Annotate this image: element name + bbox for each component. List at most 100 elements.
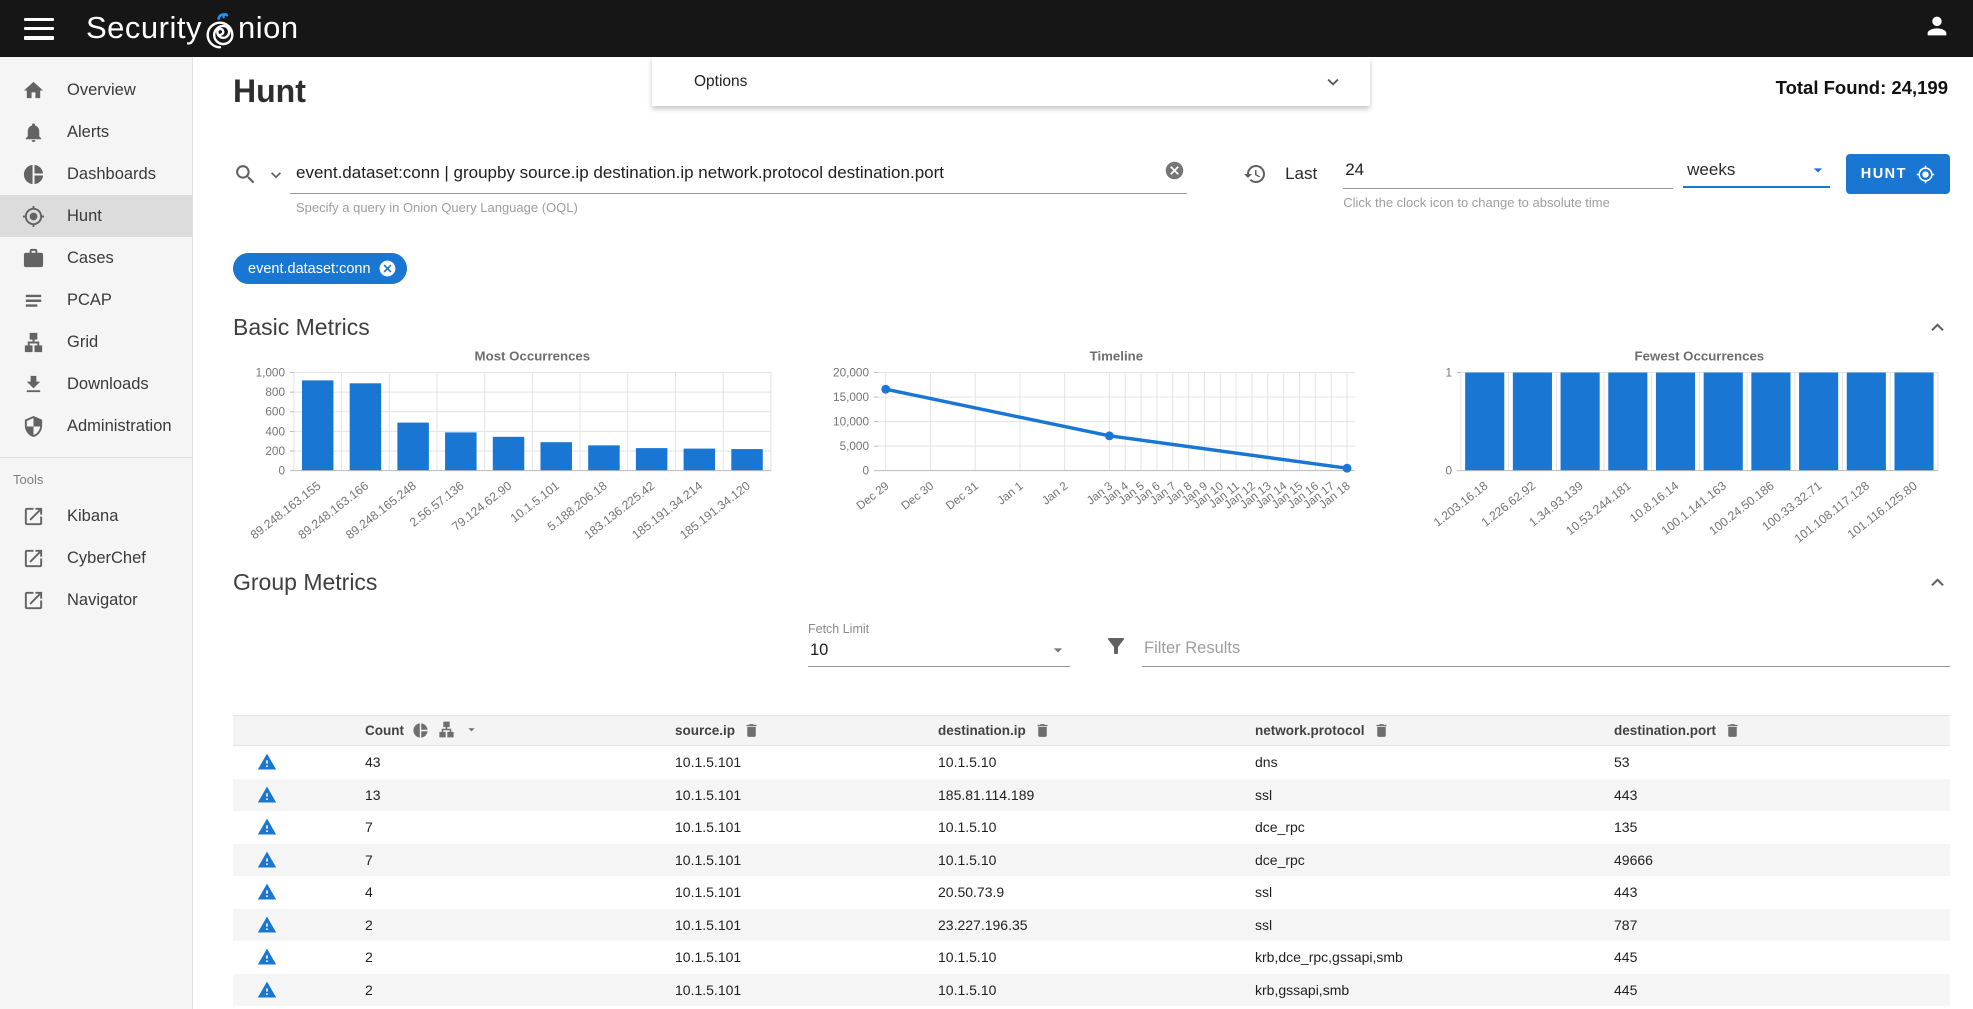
table-cell: 4 [365,884,675,900]
table-cell: krb,gssapi,smb [1255,982,1614,998]
warning-triangle-icon[interactable] [233,752,365,772]
warning-triangle-icon[interactable] [233,850,365,870]
sidebar-item-label: Kibana [67,507,118,526]
sidebar-item-hunt[interactable]: Hunt [0,195,192,237]
warning-triangle-icon[interactable] [233,817,365,837]
table-cell: 10.1.5.101 [675,949,938,965]
sidebar-divider [0,457,192,458]
table-cell: 10.1.5.101 [675,754,938,770]
trash-icon[interactable] [1724,722,1741,739]
trash-icon[interactable] [743,722,760,739]
svg-text:Timeline: Timeline [1089,349,1143,364]
sidebar-item-kibana[interactable]: Kibana [0,495,192,537]
sidebar-item-cases[interactable]: Cases [0,237,192,279]
pie-chart-icon[interactable] [412,722,429,739]
trash-icon[interactable] [1373,722,1390,739]
collapse-chevron-up-icon[interactable] [1925,570,1950,595]
filter-chip[interactable]: event.dataset:conn [233,253,407,284]
time-unit-select[interactable]: weeks [1683,154,1830,188]
trash-icon[interactable] [1034,722,1051,739]
table-row[interactable]: 410.1.5.10120.50.73.9ssl443 [233,876,1950,909]
warning-triangle-icon[interactable] [233,785,365,805]
chip-close-icon[interactable] [378,259,397,278]
query-input[interactable]: event.dataset:conn | groupby source.ip d… [290,154,1187,194]
table-row[interactable]: 710.1.5.10110.1.5.10dce_rpc49666 [233,844,1950,877]
sidebar-item-overview[interactable]: Overview [0,69,192,111]
sidebar-item-cyberchef[interactable]: CyberChef [0,537,192,579]
clear-query-icon[interactable] [1164,160,1185,186]
table-row[interactable]: 210.1.5.10110.1.5.10krb,dce_rpc,gssapi,s… [233,941,1950,974]
user-avatar-icon[interactable] [1923,12,1951,45]
download-icon [22,373,45,396]
table-cell: 443 [1614,787,1950,803]
hunt-button[interactable]: HUNT [1846,154,1950,194]
sidebar-item-label: CyberChef [67,549,146,568]
table-cell: 445 [1614,982,1950,998]
svg-text:20,000: 20,000 [833,366,869,379]
sidebar-item-label: Overview [67,81,136,100]
table-cell: 10.1.5.10 [938,819,1255,835]
collapse-chevron-up-icon[interactable] [1925,315,1950,340]
security-onion-logo: Security nion [86,10,299,48]
dropdown-caret-icon[interactable] [464,722,479,740]
column-network-protocol: network.protocol [1255,723,1365,738]
sidebar-item-label: Alerts [67,123,109,142]
basic-metrics-header: Basic Metrics [233,314,1950,341]
table-row[interactable]: 710.1.5.10110.1.5.10dce_rpc135 [233,811,1950,844]
sidebar-item-pcap[interactable]: PCAP [0,279,192,321]
bell-icon [22,121,45,144]
filter-funnel-icon [1104,634,1128,663]
clock-history-icon[interactable] [1243,162,1267,191]
svg-text:0: 0 [1446,465,1453,478]
time-prefix-label: Last [1285,164,1317,184]
table-cell: 20.50.73.9 [938,884,1255,900]
warning-triangle-icon[interactable] [233,882,365,902]
warning-triangle-icon[interactable] [233,947,365,967]
top-navbar: Security nion [0,0,1973,57]
options-panel[interactable]: Options [652,57,1370,106]
sidebar-item-dashboards[interactable]: Dashboards [0,153,192,195]
svg-text:Jan 1: Jan 1 [995,479,1026,507]
warning-triangle-icon[interactable] [233,915,365,935]
sidebar-item-navigator[interactable]: Navigator [0,579,192,621]
time-value-input[interactable]: 24 [1343,154,1673,189]
sidebar-item-administration[interactable]: Administration [0,405,192,447]
tools-section-label: Tools [0,466,192,495]
query-history-caret-icon[interactable] [258,154,290,190]
column-count: Count [365,723,404,738]
table-cell: 10.1.5.10 [938,754,1255,770]
brand-text-right: nion [238,10,299,46]
svg-text:400: 400 [265,425,285,438]
sidebar-item-downloads[interactable]: Downloads [0,363,192,405]
groupby-graph-icon[interactable] [437,720,456,742]
table-row[interactable]: 4310.1.5.10110.1.5.10dns53 [233,746,1950,779]
sidebar-item-grid[interactable]: Grid [0,321,192,363]
table-cell: 49666 [1614,852,1950,868]
table-row[interactable]: 1310.1.5.101185.81.114.189ssl443 [233,779,1950,812]
most-occurrences-chart: Most Occurrences02004006008001,00089.248… [233,347,783,551]
filter-results-input[interactable]: Filter Results [1142,633,1950,667]
fetch-limit-select[interactable]: Fetch Limit 10 [808,622,1070,667]
menu-icon[interactable] [24,18,54,40]
svg-text:5,000: 5,000 [839,440,869,453]
warning-triangle-icon[interactable] [233,980,365,1000]
external-link-icon [22,547,45,570]
group-table-body: 4310.1.5.10110.1.5.10dns531310.1.5.10118… [233,746,1950,1006]
search-icon[interactable] [233,154,258,192]
group-metrics-table: Count source.ip destination.ip ne [233,715,1950,1006]
fetch-limit-value: 10 [810,641,1048,660]
table-cell: 443 [1614,884,1950,900]
sidebar: Overview Alerts Dashboards Hunt Cases PC… [0,57,193,1009]
sidebar-item-alerts[interactable]: Alerts [0,111,192,153]
onion-icon [203,12,237,50]
table-cell: 445 [1614,949,1950,965]
timeline-chart: Timeline05,00010,00015,00020,000Dec 29De… [817,347,1367,551]
table-cell: 7 [365,852,675,868]
table-row[interactable]: 210.1.5.10123.227.196.35ssl787 [233,909,1950,942]
table-row[interactable]: 210.1.5.10110.1.5.10krb,gssapi,smb445 [233,974,1950,1007]
group-metrics-header: Group Metrics [233,569,1950,596]
table-cell: ssl [1255,787,1614,803]
table-cell: dce_rpc [1255,819,1614,835]
svg-text:1: 1 [1446,366,1453,379]
table-cell: 2 [365,917,675,933]
